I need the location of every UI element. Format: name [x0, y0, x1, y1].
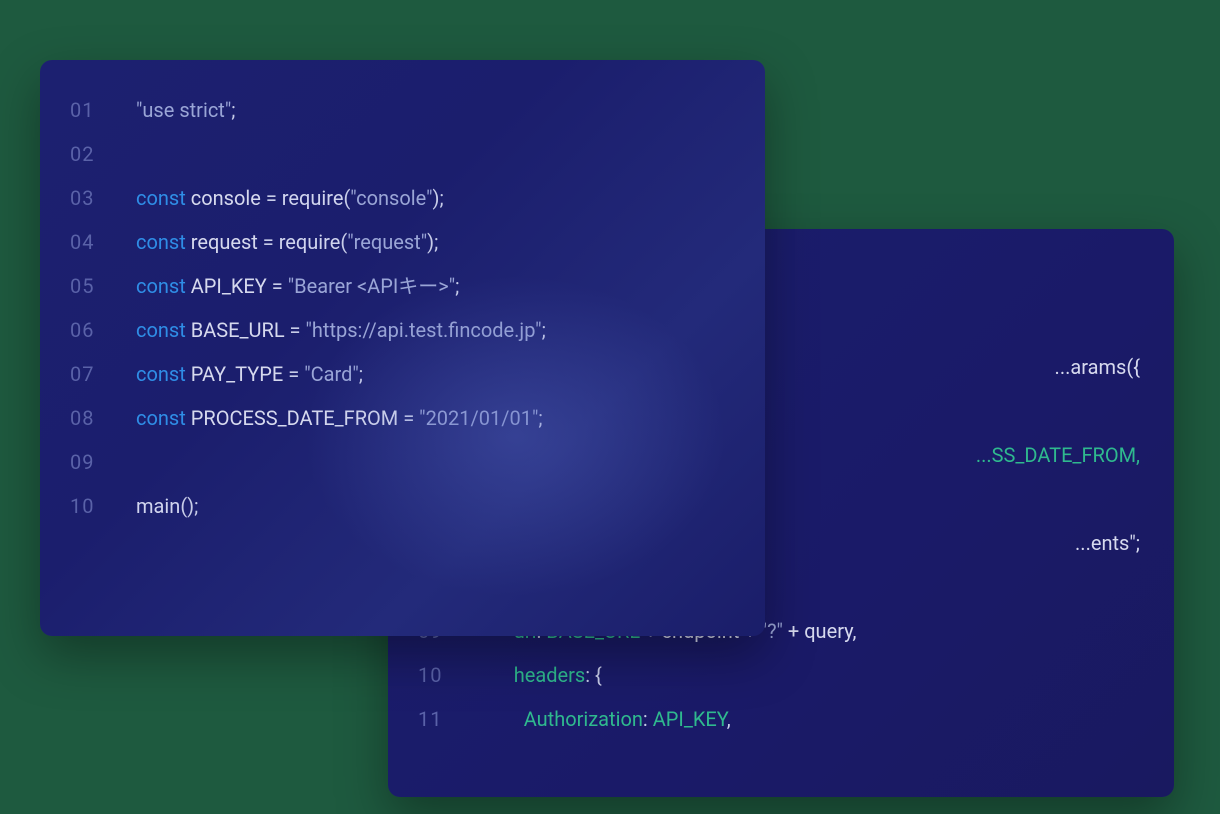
token: require — [282, 186, 344, 210]
token: = — [285, 318, 306, 342]
code-content: Authorization: API_KEY, — [484, 697, 731, 741]
token: PAY_TYPE — [191, 362, 284, 386]
line-number: 04 — [70, 220, 136, 264]
token: const — [136, 406, 191, 430]
line-number: 07 — [70, 352, 136, 396]
token: ); — [427, 230, 438, 254]
token: request — [191, 230, 258, 254]
code-line: 03const console = require("console"); — [40, 176, 765, 220]
token: Authorization — [524, 707, 643, 731]
code-content: main(); — [136, 484, 198, 528]
line-number: 05 — [70, 264, 136, 308]
code-content: "use strict"; — [136, 88, 235, 132]
token: ...SS_DATE_FROM, — [976, 443, 1140, 467]
token: ; — [231, 98, 235, 122]
code-line: 02 — [40, 132, 765, 176]
code-line: 08const PROCESS_DATE_FROM = "2021/01/01"… — [40, 396, 765, 440]
line-number: 10 — [70, 484, 136, 528]
token: ; — [455, 274, 459, 298]
code-line: 11 Authorization: API_KEY, — [388, 697, 1174, 741]
token: = — [398, 406, 419, 430]
line-number: 11 — [418, 697, 484, 741]
line-number: 09 — [70, 440, 136, 484]
line-number: 08 — [70, 396, 136, 440]
token: ); — [433, 186, 444, 210]
token — [484, 663, 514, 687]
code-line: 01"use strict"; — [40, 88, 765, 132]
token: main — [136, 494, 180, 518]
token: const — [136, 186, 191, 210]
token: const — [136, 318, 191, 342]
token: ...ents"; — [1075, 531, 1140, 555]
line-number: 03 — [70, 176, 136, 220]
token: "Card" — [304, 362, 359, 386]
token: API_KEY — [653, 707, 727, 731]
code-content: const PAY_TYPE = "Card"; — [136, 352, 363, 396]
token: PROCESS_DATE_FROM — [191, 406, 399, 430]
code-line: 10main(); — [40, 484, 765, 528]
token: = — [258, 230, 279, 254]
token: API_KEY — [191, 274, 267, 298]
token: "request" — [347, 230, 427, 254]
token: ; — [538, 406, 542, 430]
stage: 010203 ...arams({ 0405 ...SS_DATE_FROM, 0607… — [0, 0, 1220, 814]
token: ...arams({ — [1055, 355, 1140, 379]
token: const — [136, 362, 191, 386]
line-number: 10 — [418, 653, 484, 697]
token: "https://api.test.fincode.jp" — [306, 318, 542, 342]
code-line: 09 — [40, 440, 765, 484]
code-line: 06const BASE_URL = "https://api.test.fin… — [40, 308, 765, 352]
code-line: 07const PAY_TYPE = "Card"; — [40, 352, 765, 396]
code-content: const API_KEY = "Bearer <APIキー>"; — [136, 264, 459, 308]
code-content: const BASE_URL = "https://api.test.finco… — [136, 308, 546, 352]
token: = — [267, 274, 288, 298]
code-content: const PROCESS_DATE_FROM = "2021/01/01"; — [136, 396, 543, 440]
token — [484, 707, 524, 731]
token: : { — [585, 663, 602, 687]
token: ; — [359, 362, 363, 386]
token: = — [261, 186, 282, 210]
token: "2021/01/01" — [419, 406, 538, 430]
line-number: 06 — [70, 308, 136, 352]
code-content: const request = require("request"); — [136, 220, 438, 264]
token: = — [283, 362, 304, 386]
token: "console" — [350, 186, 432, 210]
token: BASE_URL — [191, 318, 285, 342]
line-number: 02 — [70, 132, 136, 176]
code-content: const console = require("console"); — [136, 176, 444, 220]
line-number: 01 — [70, 88, 136, 132]
code-line: 10 headers: { — [388, 653, 1174, 697]
token: : — [643, 707, 653, 731]
token: ; — [542, 318, 546, 342]
code-line: 04const request = require("request"); — [40, 220, 765, 264]
token: + query, — [783, 619, 857, 643]
token: "use strict" — [136, 98, 231, 122]
token: const — [136, 230, 191, 254]
code-line: 05const API_KEY = "Bearer <APIキー>"; — [40, 264, 765, 308]
token: const — [136, 274, 191, 298]
token: "Bearer <APIキー>" — [288, 274, 455, 298]
token: headers — [514, 663, 585, 687]
token: (); — [180, 494, 198, 518]
token: console — [191, 186, 261, 210]
token: require — [279, 230, 341, 254]
code-panel-front: 01"use strict";0203const console = requi… — [40, 60, 765, 636]
code-content: headers: { — [484, 653, 602, 697]
token: , — [727, 707, 731, 731]
